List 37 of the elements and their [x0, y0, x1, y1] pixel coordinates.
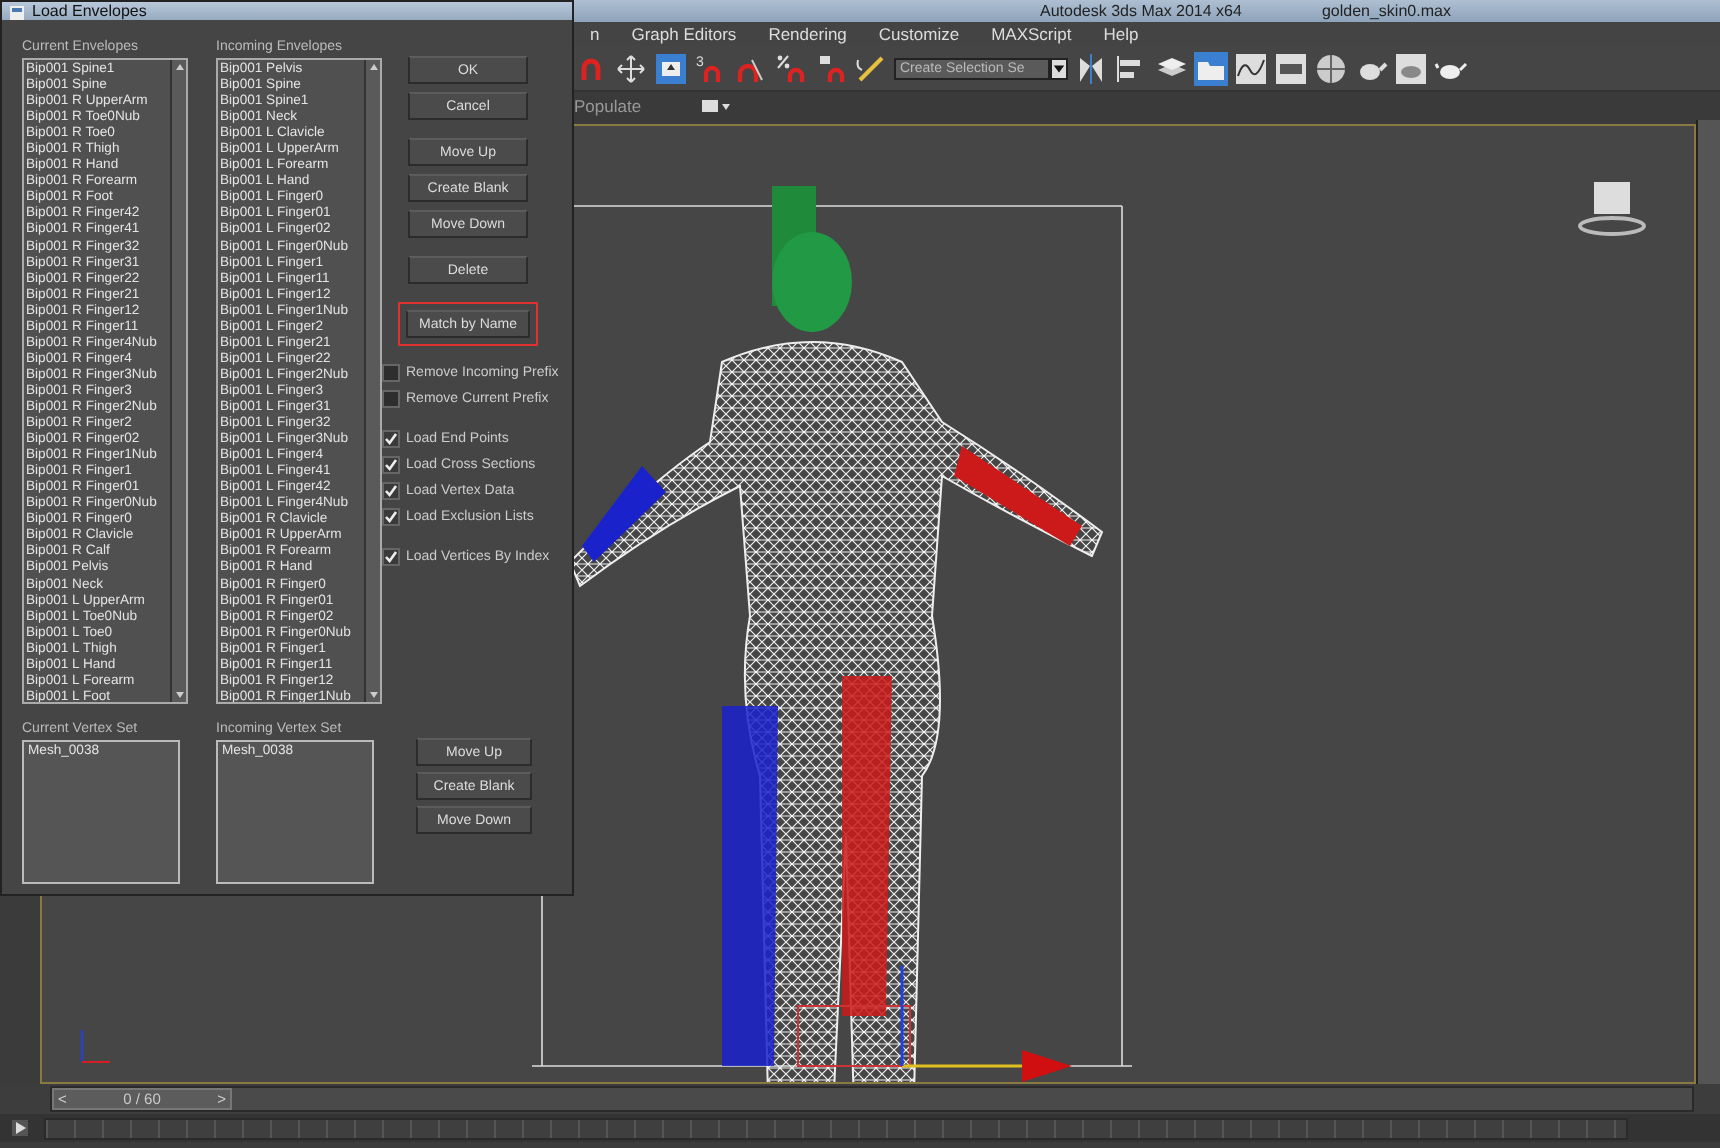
ribbon-label[interactable]: Populate — [574, 96, 642, 116]
move-icon[interactable] — [614, 51, 648, 85]
viewcube-icon[interactable] — [1578, 182, 1646, 236]
graph-icon[interactable] — [1234, 51, 1268, 85]
play-icon[interactable] — [12, 1120, 28, 1136]
spinner-magnet-icon[interactable] — [814, 51, 848, 85]
app-title: Autodesk 3ds Max 2014 x64 — [1040, 1, 1242, 21]
panel-icon[interactable] — [1274, 51, 1308, 85]
checkbox[interactable] — [382, 482, 400, 500]
scrollbar[interactable] — [170, 60, 186, 702]
envelope-list[interactable] — [22, 58, 188, 704]
checkbox[interactable] — [382, 508, 400, 526]
dropdown-icon[interactable] — [701, 99, 730, 113]
checkbox[interactable] — [382, 456, 400, 474]
percent-magnet-icon[interactable] — [774, 51, 808, 85]
upload-icon[interactable] — [654, 51, 688, 85]
dialog-title: Load Envelopes — [32, 4, 147, 20]
envelope-list[interactable] — [216, 58, 382, 704]
render-frame-icon[interactable] — [1394, 51, 1428, 85]
menu-item[interactable]: Customize — [862, 24, 976, 44]
folder-icon[interactable] — [1194, 51, 1228, 85]
mirror-icon[interactable] — [1074, 51, 1108, 85]
scrollbar[interactable] — [364, 60, 380, 702]
sphere-icon[interactable] — [1314, 51, 1348, 85]
axis-icon — [81, 1029, 111, 1063]
menu-item[interactable]: n — [574, 24, 616, 44]
checkbox[interactable] — [382, 364, 400, 382]
checkbox[interactable] — [382, 548, 400, 566]
checkbox[interactable] — [382, 390, 400, 408]
file-name: golden_skin0.max — [1321, 1, 1451, 21]
menu-item[interactable]: Graph Editors — [615, 24, 753, 44]
menu-item[interactable]: Help — [1087, 24, 1155, 44]
pencil-icon[interactable] — [854, 51, 888, 85]
window-icon — [10, 6, 24, 20]
menu-item[interactable]: MAXScript — [975, 24, 1088, 44]
checkbox[interactable] — [382, 430, 400, 448]
menu-item[interactable]: Rendering — [752, 24, 863, 44]
